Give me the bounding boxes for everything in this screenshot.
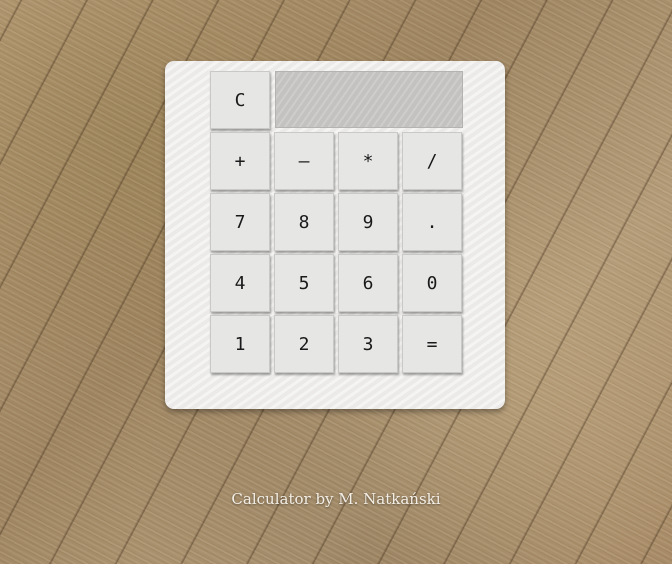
digit-2-button[interactable]: 2 [274,315,334,373]
digit-4-button[interactable]: 4 [210,254,270,312]
decimal-point-button[interactable]: . [402,193,462,251]
digit-8-button[interactable]: 8 [274,193,334,251]
digit-6-button[interactable]: 6 [338,254,398,312]
digit-5-button[interactable]: 5 [274,254,334,312]
minus-button[interactable]: – [274,132,334,190]
digit-0-button[interactable]: 0 [402,254,462,312]
clear-button[interactable]: C [210,71,270,129]
author-credit: Calculator by M. Natkański [231,490,441,508]
digit-1-button[interactable]: 1 [210,315,270,373]
calculator-display [275,71,463,128]
divide-button[interactable]: / [402,132,462,190]
digit-7-button[interactable]: 7 [210,193,270,251]
equals-button[interactable]: = [402,315,462,373]
calculator-panel: C + – * / 7 8 9 . 4 5 6 0 1 2 3 = [165,61,505,409]
digit-9-button[interactable]: 9 [338,193,398,251]
plus-button[interactable]: + [210,132,270,190]
multiply-button[interactable]: * [338,132,398,190]
digit-3-button[interactable]: 3 [338,315,398,373]
